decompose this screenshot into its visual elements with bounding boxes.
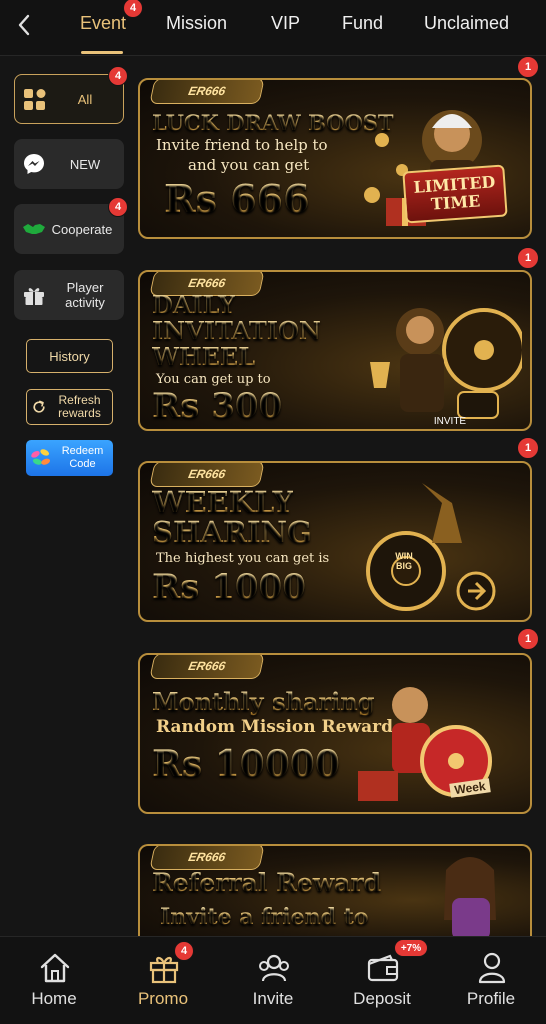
sidebar-item-label: Cooperate (51, 221, 113, 237)
history-button[interactable]: History (26, 339, 113, 373)
tab-event-label: Event (80, 13, 127, 33)
nav-home[interactable]: Home (4, 937, 104, 1024)
home-icon (40, 953, 70, 983)
brand-logo: ER666 (149, 463, 265, 487)
banner-illustration (366, 483, 496, 611)
banner-illustration (370, 308, 522, 419)
banner-amount: Rs 666 (164, 176, 310, 221)
event-banner-weekly-sharing[interactable]: ER666 WEEKLY SHARING The highest you can… (138, 461, 532, 622)
event-banner-referral-reward[interactable]: ER666 Referral Reward Invite a friend to (138, 844, 532, 936)
banner-amount: Rs 300 (152, 386, 283, 426)
tab-mission[interactable]: Mission (166, 13, 227, 34)
sidebar-all-badge: 4 (108, 66, 128, 86)
redeem-code-label: Redeem Code (61, 445, 104, 470)
banner-line: You can get up to (156, 372, 271, 387)
banner-title: WEEKLY (152, 485, 294, 519)
sidebar-item-all[interactable]: All (14, 74, 124, 124)
gift-icon (24, 288, 44, 305)
banner-badge: 1 (517, 628, 539, 650)
event-banner-monthly-sharing[interactable]: ER666 Monthly sharing Random Mission Rew… (138, 653, 532, 814)
banner-badge: 1 (517, 437, 539, 459)
sidebar-cooperate-badge: 4 (108, 197, 128, 217)
nav-invite[interactable]: Invite (223, 937, 323, 1024)
nav-home-label: Home (31, 989, 77, 1008)
refresh-rewards-label: Refresh rewards (58, 393, 101, 420)
refresh-icon (33, 400, 45, 413)
tab-fund[interactable]: Fund (342, 13, 383, 34)
banner-line: and you can get (188, 156, 310, 174)
banner-illustration (358, 687, 492, 801)
refresh-rewards-button[interactable]: Refresh rewards (26, 389, 113, 425)
limited-time-tag: LIMITED TIME (402, 164, 508, 224)
nav-deposit-badge: +7% (394, 939, 428, 957)
person-icon (478, 952, 506, 984)
banner-line: Invite a friend to (160, 904, 369, 930)
tab-mission-label: Mission (166, 13, 228, 33)
promo-screen: Event 4 Mission VIP Fund Unclaimed All 4… (0, 0, 546, 1024)
tab-event[interactable]: Event (80, 13, 126, 34)
messenger-icon (24, 154, 44, 174)
nav-invite-label: Invite (252, 989, 294, 1008)
grid-icon (24, 89, 46, 110)
nav-profile-label: Profile (466, 989, 516, 1008)
brand-logo: ER666 (149, 80, 265, 104)
banner-amount: Rs 1000 (152, 567, 306, 607)
banner-illustration (444, 857, 496, 936)
win-big-tag: WIN BIG (395, 551, 413, 571)
redeem-flower-icon (31, 449, 51, 465)
banner-title: Referral Reward (152, 868, 382, 897)
banner-title: INVITATION (152, 316, 321, 345)
wallet-icon (367, 954, 399, 982)
nav-promo-badge: 4 (174, 941, 194, 961)
bottom-navigation: Home Promo 4 Invite Deposit +7% Profile (0, 936, 546, 1024)
sidebar-item-label: NEW (69, 156, 101, 172)
event-banner-daily-wheel[interactable]: ER666 DAILY INVITATION WHEEL You can get… (138, 270, 532, 431)
banner-title: SHARING (152, 515, 312, 549)
sidebar-item-cooperate[interactable]: Cooperate (14, 204, 124, 254)
invite-tag: INVITE (433, 416, 467, 427)
redeem-code-button[interactable]: Redeem Code (26, 440, 113, 476)
banner-badge: 1 (517, 247, 539, 269)
top-tab-bar: Event 4 Mission VIP Fund Unclaimed (0, 0, 546, 56)
banner-line: Invite friend to help to (156, 136, 328, 154)
banner-line: The highest you can get is (156, 551, 330, 566)
history-label: History (49, 348, 90, 364)
back-button[interactable] (8, 8, 40, 42)
brand-logo: ER666 (149, 655, 265, 679)
tab-unclaimed-label: Unclaimed (424, 13, 510, 33)
people-icon (259, 954, 289, 982)
banner-title: WHEEL (152, 342, 256, 371)
nav-promo-label: Promo (137, 989, 189, 1008)
banner-badge: 1 (517, 56, 539, 78)
nav-profile[interactable]: Profile (441, 937, 541, 1024)
nav-deposit[interactable]: Deposit +7% (332, 937, 432, 1024)
brand-logo: ER666 (149, 846, 265, 870)
sidebar-item-label: All (77, 91, 93, 107)
tab-event-badge: 4 (123, 0, 143, 18)
banner-title: DAILY (152, 290, 236, 319)
tab-fund-label: Fund (342, 13, 384, 33)
nav-promo[interactable]: Promo 4 (113, 937, 213, 1024)
banner-title: Monthly sharing (152, 687, 375, 716)
banner-amount: Rs 10000 (152, 743, 340, 785)
tab-unclaimed[interactable]: Unclaimed (424, 13, 509, 34)
nav-deposit-label: Deposit (353, 989, 411, 1008)
sidebar-item-player-activity[interactable]: Player activity (14, 270, 124, 320)
chevron-left-icon (18, 14, 30, 36)
sidebar-item-label: Player activity (65, 280, 105, 310)
active-tab-indicator (81, 51, 123, 54)
tab-vip[interactable]: VIP (271, 13, 300, 34)
handshake-icon (23, 224, 45, 234)
tab-vip-label: VIP (271, 13, 301, 33)
event-banner-luck-draw[interactable]: ER666 LUCK DRAW BOOST Invite friend to h… (138, 78, 532, 239)
sidebar-item-new[interactable]: NEW (14, 139, 124, 189)
